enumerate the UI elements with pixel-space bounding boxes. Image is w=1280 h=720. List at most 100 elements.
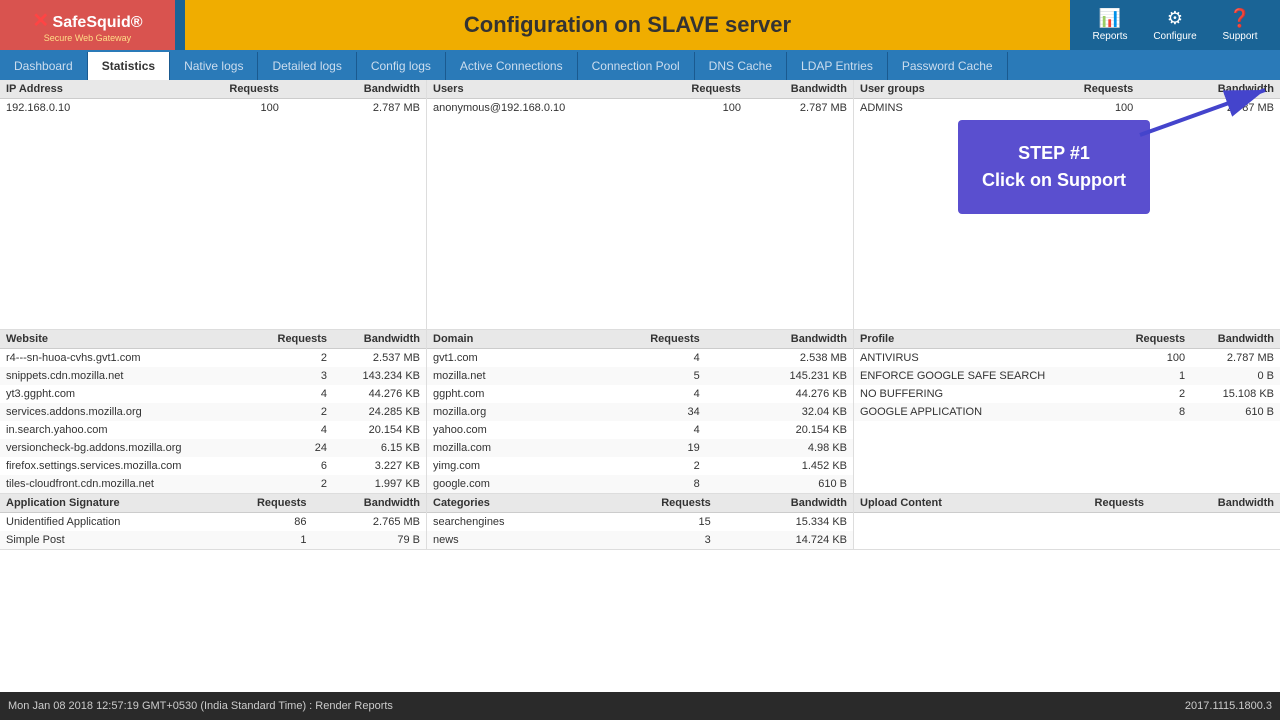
cat-cell: searchengines <box>427 513 594 532</box>
nav-tabs: Dashboard Statistics Native logs Detaile… <box>0 50 1280 80</box>
dm-col-requests: Requests <box>575 330 705 349</box>
bandwidth-cell: 4.98 KB <box>706 439 853 457</box>
pr-col-profile: Profile <box>854 330 1111 349</box>
tab-ldap-entries[interactable]: LDAP Entries <box>787 52 888 80</box>
cat-col-requests: Requests <box>594 494 717 513</box>
users-col-requests: Requests <box>651 80 747 99</box>
requests-cell: 1 <box>210 531 312 549</box>
site-cell: in.search.yahoo.com <box>0 421 251 439</box>
logo-x: ✕ <box>32 10 49 32</box>
bandwidth-cell: 0 B <box>1191 367 1280 385</box>
bandwidth-cell: 15.108 KB <box>1191 385 1280 403</box>
tab-detailed-logs[interactable]: Detailed logs <box>258 52 356 80</box>
user-cell: anonymous@192.168.0.10 <box>427 99 651 118</box>
profile-cell: NO BUFFERING <box>854 385 1111 403</box>
usergroups-table: User groups Requests Bandwidth ADMINS 10… <box>854 80 1280 117</box>
bandwidth-cell: 6.15 KB <box>333 439 426 457</box>
tab-connection-pool[interactable]: Connection Pool <box>578 52 695 80</box>
configure-icon: ⚙ <box>1167 8 1183 29</box>
tab-dashboard[interactable]: Dashboard <box>0 52 88 80</box>
ip-col-bandwidth: Bandwidth <box>285 80 426 99</box>
bandwidth-cell: 44.276 KB <box>706 385 853 403</box>
ug-col-requests: Requests <box>1012 80 1139 99</box>
support-button[interactable]: ❓ Support <box>1210 4 1270 46</box>
appsig-panel: Application Signature Requests Bandwidth… <box>0 494 427 549</box>
ip-panel: IP Address Requests Bandwidth 192.168.0.… <box>0 80 427 329</box>
domain-cell: yahoo.com <box>427 421 575 439</box>
domain-cell: google.com <box>427 475 575 493</box>
bandwidth-cell: 145.231 KB <box>706 367 853 385</box>
header-icons: 📊 Reports ⚙ Configure ❓ Support <box>1080 4 1280 46</box>
table-row: services.addons.mozilla.org 2 24.285 KB <box>0 403 426 421</box>
tab-dns-cache[interactable]: DNS Cache <box>695 52 787 80</box>
bandwidth-cell: 79 B <box>313 531 426 549</box>
cat-cell: news <box>427 531 594 549</box>
bandwidth-cell: 2.537 MB <box>333 349 426 368</box>
requests-cell: 100 <box>158 99 285 118</box>
bottom-section: Application Signature Requests Bandwidth… <box>0 494 1280 550</box>
site-cell: snippets.cdn.mozilla.net <box>0 367 251 385</box>
table-row: searchengines 15 15.334 KB <box>427 513 853 532</box>
site-cell: r4---sn-huoa-cvhs.gvt1.com <box>0 349 251 368</box>
tab-statistics[interactable]: Statistics <box>88 52 170 80</box>
table-row: anonymous@192.168.0.10 100 2.787 MB <box>427 99 853 118</box>
status-right: 2017.1115.1800.3 <box>1185 700 1272 712</box>
table-row: GOOGLE APPLICATION 8 610 B <box>854 403 1280 421</box>
usergroups-panel: User groups Requests Bandwidth ADMINS 10… <box>854 80 1280 329</box>
reports-icon: 📊 <box>1099 8 1121 29</box>
requests-cell: 86 <box>210 513 312 532</box>
table-row: yt3.ggpht.com 4 44.276 KB <box>0 385 426 403</box>
ip-col-ip: IP Address <box>0 80 158 99</box>
table-row: snippets.cdn.mozilla.net 3 143.234 KB <box>0 367 426 385</box>
group-cell: ADMINS <box>854 99 1012 118</box>
bandwidth-cell: 2.787 MB <box>747 99 853 118</box>
header: ✕ SafeSquid® Secure Web Gateway Configur… <box>0 0 1280 50</box>
ug-col-group: User groups <box>854 80 1012 99</box>
bandwidth-cell: 1.997 KB <box>333 475 426 493</box>
requests-cell: 3 <box>251 367 333 385</box>
middle-section: Website Requests Bandwidth r4---sn-huoa-… <box>0 330 1280 494</box>
cat-col-cat: Categories <box>427 494 594 513</box>
table-row: tiles-cloudfront.cdn.mozilla.net 2 1.997… <box>0 475 426 493</box>
dm-col-bandwidth: Bandwidth <box>706 330 853 349</box>
up-col-bandwidth: Bandwidth <box>1150 494 1280 513</box>
table-row: yimg.com 2 1.452 KB <box>427 457 853 475</box>
table-row: versioncheck-bg.addons.mozilla.org 24 6.… <box>0 439 426 457</box>
table-row: firefox.settings.services.mozilla.com 6 … <box>0 457 426 475</box>
users-col-user: Users <box>427 80 651 99</box>
reports-button[interactable]: 📊 Reports <box>1080 4 1140 46</box>
requests-cell: 8 <box>1111 403 1191 421</box>
support-label: Support <box>1222 31 1257 42</box>
site-cell: firefox.settings.services.mozilla.com <box>0 457 251 475</box>
requests-cell: 2 <box>251 349 333 368</box>
status-left: Mon Jan 08 2018 12:57:19 GMT+0530 (India… <box>8 700 393 712</box>
bandwidth-cell: 610 B <box>706 475 853 493</box>
users-panel: Users Requests Bandwidth anonymous@192.1… <box>427 80 854 329</box>
logo-subtitle: Secure Web Gateway <box>44 33 131 43</box>
status-bar: Mon Jan 08 2018 12:57:19 GMT+0530 (India… <box>0 692 1280 720</box>
up-col-content: Upload Content <box>854 494 1033 513</box>
domain-cell: mozilla.org <box>427 403 575 421</box>
tab-active-connections[interactable]: Active Connections <box>446 52 578 80</box>
tab-native-logs[interactable]: Native logs <box>170 52 258 80</box>
requests-cell: 1 <box>1111 367 1191 385</box>
profile-cell: GOOGLE APPLICATION <box>854 403 1111 421</box>
bandwidth-cell: 32.04 KB <box>706 403 853 421</box>
categories-panel: Categories Requests Bandwidth searchengi… <box>427 494 854 549</box>
configure-button[interactable]: ⚙ Configure <box>1145 4 1205 46</box>
tab-password-cache[interactable]: Password Cache <box>888 52 1008 80</box>
requests-cell: 6 <box>251 457 333 475</box>
bandwidth-cell: 610 B <box>1191 403 1280 421</box>
ip-col-requests: Requests <box>158 80 285 99</box>
bandwidth-cell: 20.154 KB <box>706 421 853 439</box>
support-icon: ❓ <box>1229 8 1251 29</box>
bandwidth-cell: 1.452 KB <box>706 457 853 475</box>
sig-cell: Simple Post <box>0 531 210 549</box>
table-row: ADMINS 100 2.787 MB <box>854 99 1280 118</box>
requests-cell: 24 <box>251 439 333 457</box>
table-row: gvt1.com 4 2.538 MB <box>427 349 853 368</box>
tab-config-logs[interactable]: Config logs <box>357 52 446 80</box>
domain-cell: mozilla.com <box>427 439 575 457</box>
table-row: mozilla.org 34 32.04 KB <box>427 403 853 421</box>
domain-cell: gvt1.com <box>427 349 575 368</box>
